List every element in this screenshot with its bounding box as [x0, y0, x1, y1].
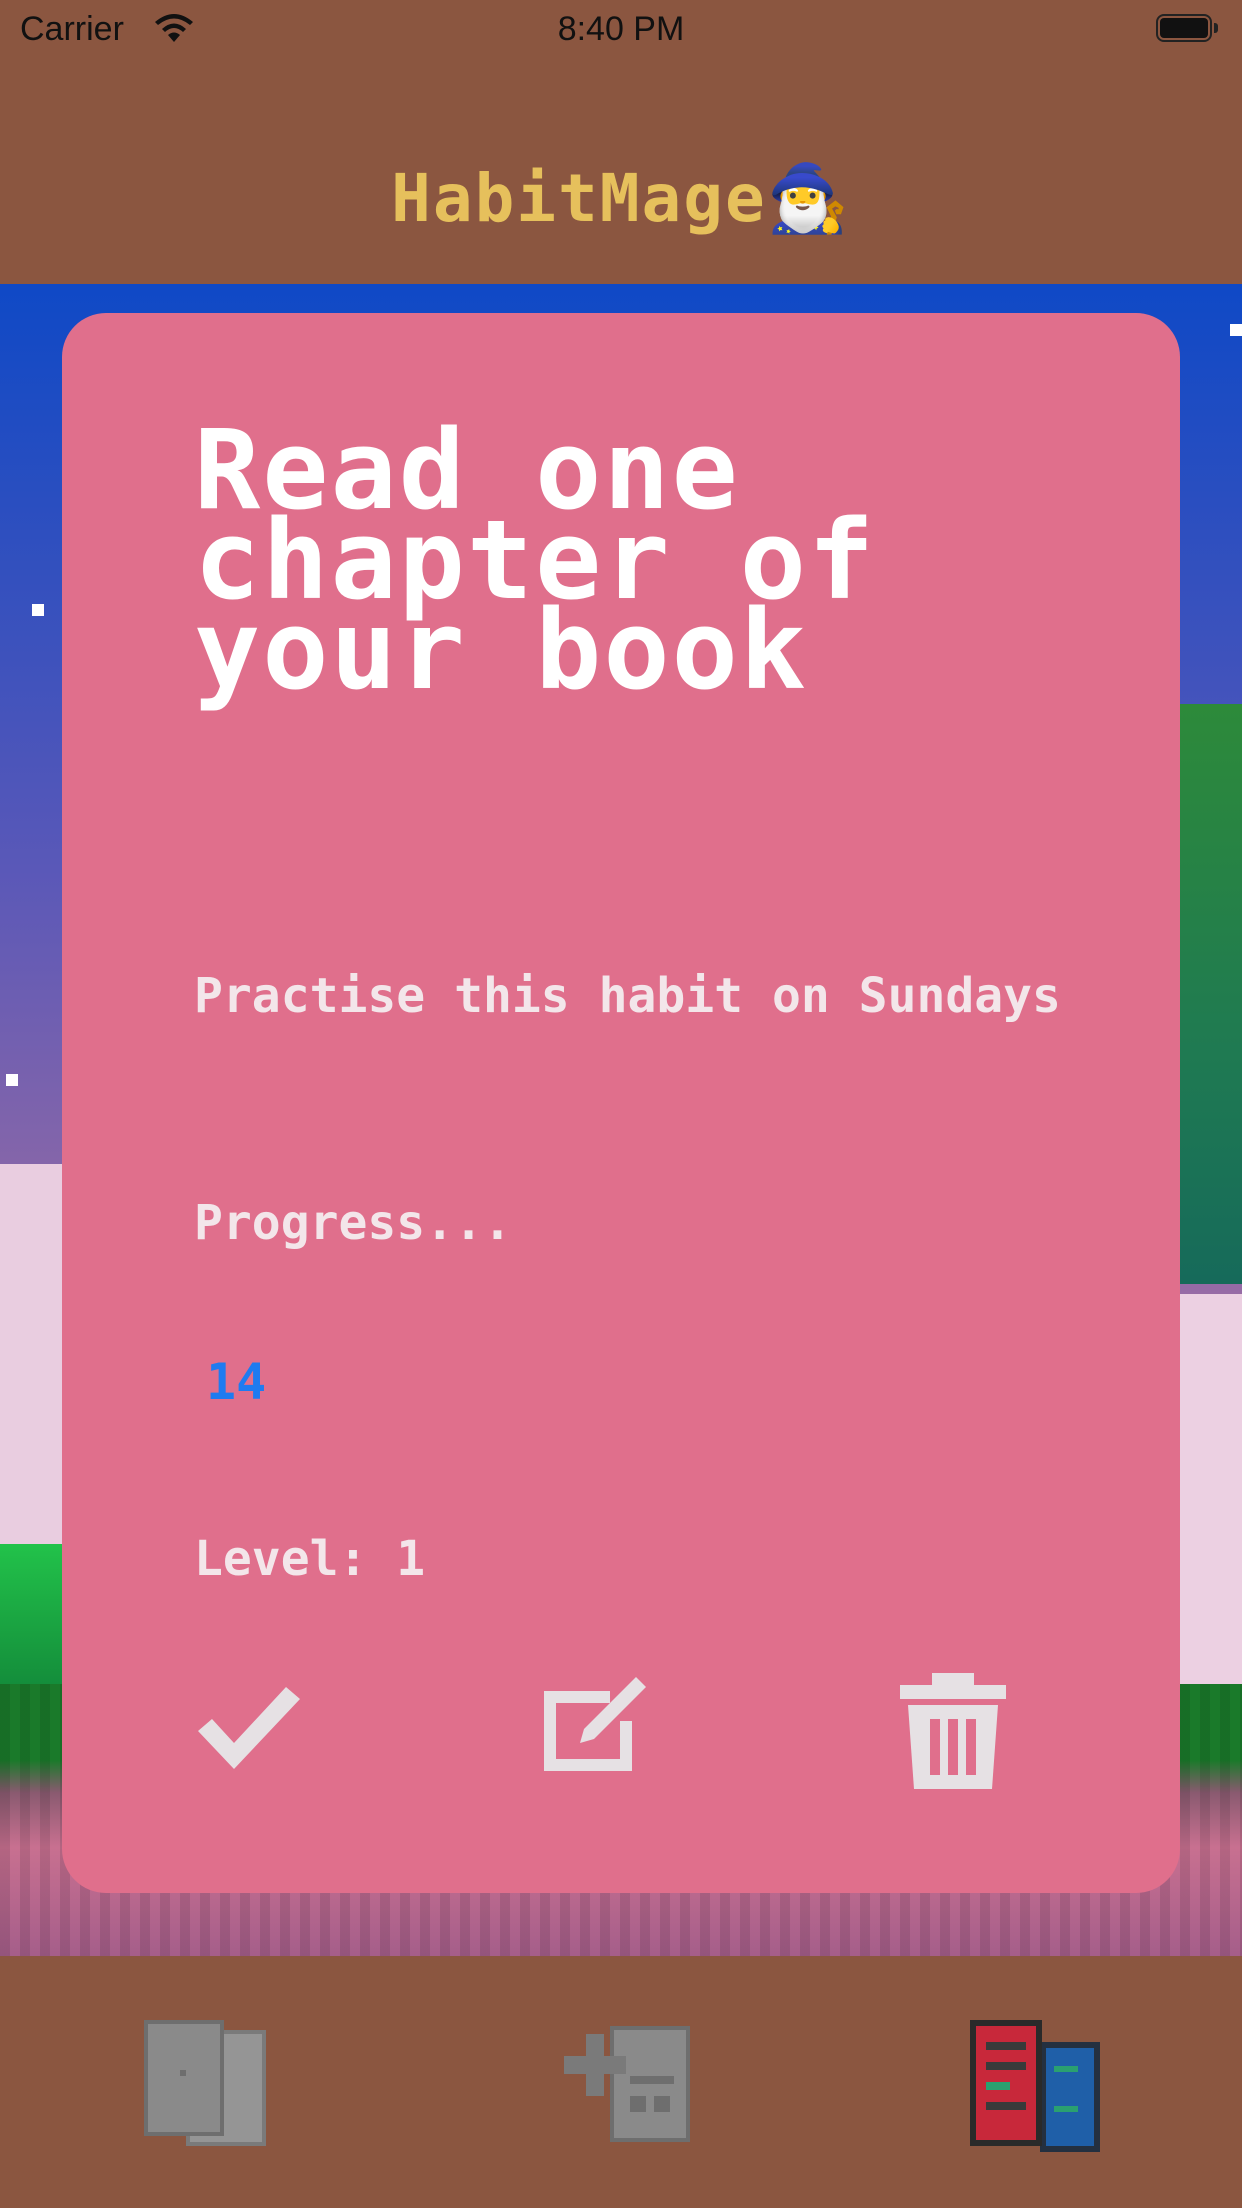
status-bar: Carrier 8:40 PM [0, 0, 1242, 62]
progress-label: Progress... [194, 1195, 512, 1251]
edit-button[interactable] [540, 1673, 650, 1783]
books-icon [970, 2020, 1100, 2152]
app-title-text: HabitMage [391, 160, 767, 237]
battery-icon [1156, 14, 1218, 44]
habit-schedule: Practise this habit on Sundays [194, 968, 1061, 1024]
clock: 8:40 PM [557, 10, 685, 48]
tab-library[interactable] [970, 2016, 1110, 2156]
tab-add-habit[interactable] [560, 2016, 700, 2156]
edit-icon [544, 1677, 646, 1771]
star-decoration [1230, 324, 1242, 336]
level-label: Level: 1 [194, 1531, 426, 1587]
habit-card: Read one chapter of your book Practise t… [62, 313, 1180, 1893]
complete-button[interactable] [194, 1673, 304, 1783]
app-title: HabitMage🧙‍♂️ [0, 160, 1242, 238]
tab-habits[interactable] [140, 2016, 280, 2156]
tab-bar [0, 1956, 1242, 2208]
progress-count: 14 [206, 1353, 267, 1411]
habit-title: Read one chapter of your book [194, 406, 877, 714]
delete-button[interactable] [898, 1673, 1008, 1789]
star-decoration [6, 1074, 18, 1086]
checkmark-icon [198, 1687, 300, 1769]
wizard-icon: 🧙‍♂️ [766, 160, 851, 237]
trash-icon [900, 1673, 1006, 1789]
cards-icon [144, 2020, 266, 2146]
star-decoration [32, 604, 44, 616]
tree-decoration [1172, 704, 1242, 1284]
add-document-icon [564, 2026, 690, 2142]
